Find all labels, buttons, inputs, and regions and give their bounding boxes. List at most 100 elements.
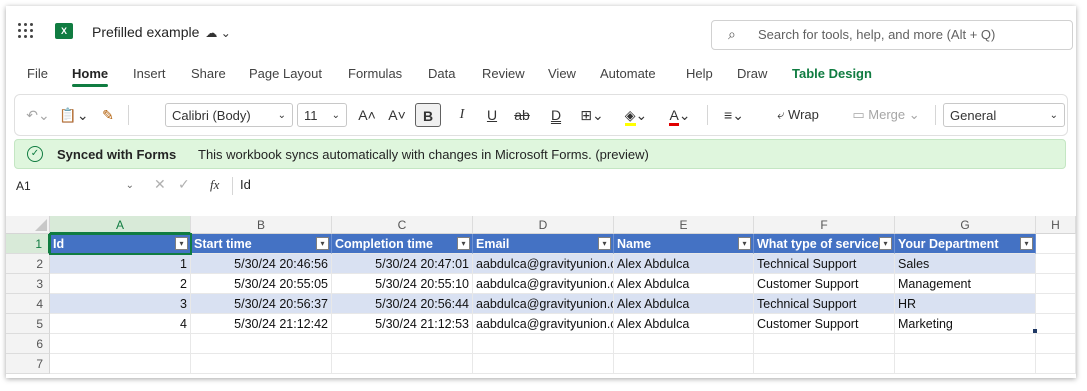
table-header-cell[interactable]: Email ▾	[473, 234, 614, 254]
paste-icon[interactable]: 📋⌄	[57, 103, 91, 127]
empty-cell[interactable]	[332, 334, 473, 354]
empty-cell[interactable]	[1036, 354, 1076, 374]
column-header[interactable]: G	[895, 216, 1036, 234]
table-header-cell[interactable]: Your Department ▾	[895, 234, 1036, 254]
strikethrough-button[interactable]: ab	[509, 103, 535, 127]
borders-icon[interactable]: ⊞⌄	[573, 103, 611, 127]
table-cell[interactable]: 1	[50, 254, 191, 274]
table-cell[interactable]: Marketing	[895, 314, 1036, 334]
table-cell[interactable]: 5/30/24 20:55:05	[191, 274, 332, 294]
tab-formulas[interactable]: Formulas	[348, 66, 402, 81]
column-header[interactable]: E	[614, 216, 754, 234]
filter-dropdown-icon[interactable]: ▾	[738, 237, 751, 250]
table-header-cell[interactable]: Id ▾	[50, 234, 191, 254]
tab-insert[interactable]: Insert	[133, 66, 166, 81]
table-cell[interactable]: Technical Support	[754, 294, 895, 314]
insert-function-icon[interactable]: fx	[210, 177, 219, 193]
tab-automate[interactable]: Automate	[600, 66, 656, 81]
underline-button[interactable]: U	[481, 103, 503, 127]
table-header-cell[interactable]: Completion time ▾	[332, 234, 473, 254]
column-header[interactable]: D	[473, 216, 614, 234]
table-cell[interactable]: Sales	[895, 254, 1036, 274]
table-cell[interactable]: aabdulca@gravityunion.com	[473, 314, 614, 334]
tab-view[interactable]: View	[548, 66, 576, 81]
row-header[interactable]: 3	[6, 274, 50, 294]
empty-cell[interactable]	[754, 334, 895, 354]
column-header[interactable]: F	[754, 216, 895, 234]
tab-home[interactable]: Home	[72, 66, 109, 87]
sync-status-icon[interactable]: ☁ ⌄	[205, 26, 230, 40]
table-cell[interactable]: 5/30/24 21:12:53	[332, 314, 473, 334]
empty-cell[interactable]	[50, 334, 191, 354]
empty-cell[interactable]	[1036, 254, 1076, 274]
table-cell[interactable]: Customer Support	[754, 274, 895, 294]
tab-table-design[interactable]: Table Design	[792, 66, 872, 81]
align-icon[interactable]: ≡⌄	[715, 103, 753, 127]
table-cell[interactable]: aabdulca@gravityunion.com	[473, 274, 614, 294]
column-header[interactable]: A	[50, 216, 191, 234]
table-cell[interactable]: HR	[895, 294, 1036, 314]
empty-cell[interactable]	[1036, 294, 1076, 314]
table-header-cell[interactable]: Start time ▾	[191, 234, 332, 254]
filter-dropdown-icon[interactable]: ▾	[316, 237, 329, 250]
table-resize-handle[interactable]	[1033, 329, 1037, 333]
increase-font-icon[interactable]: A˄	[355, 103, 379, 127]
empty-cell[interactable]	[895, 334, 1036, 354]
empty-cell[interactable]	[332, 354, 473, 374]
column-header[interactable]: H	[1036, 216, 1076, 234]
select-all-corner[interactable]	[6, 216, 50, 234]
merge-button[interactable]: ▭ Merge ⌄	[843, 103, 929, 127]
enter-check-icon[interactable]: ✓	[178, 176, 190, 193]
tab-draw[interactable]: Draw	[737, 66, 767, 81]
table-cell[interactable]: Technical Support	[754, 254, 895, 274]
table-cell[interactable]: 5/30/24 21:12:42	[191, 314, 332, 334]
font-name-select[interactable]: Calibri (Body) ⌄	[165, 103, 293, 127]
double-underline-button[interactable]: D	[545, 103, 567, 127]
empty-cell[interactable]	[754, 354, 895, 374]
table-cell[interactable]: Alex Abdulca	[614, 294, 754, 314]
table-cell[interactable]: Customer Support	[754, 314, 895, 334]
filter-dropdown-icon[interactable]: ▾	[175, 237, 188, 250]
filter-dropdown-icon[interactable]: ▾	[598, 237, 611, 250]
table-header-cell[interactable]: Name ▾	[614, 234, 754, 254]
search-box[interactable]: ⌕ Search for tools, help, and more (Alt …	[711, 20, 1073, 50]
table-cell[interactable]: 5/30/24 20:55:10	[332, 274, 473, 294]
empty-cell[interactable]	[473, 354, 614, 374]
column-header[interactable]: C	[332, 216, 473, 234]
table-cell[interactable]: aabdulca@gravityunion.com	[473, 294, 614, 314]
fill-color-icon[interactable]: ◈⌄	[617, 103, 655, 127]
tab-page-layout[interactable]: Page Layout	[249, 66, 322, 81]
table-cell[interactable]: aabdulca@gravityunion.com	[473, 254, 614, 274]
empty-cell[interactable]	[1036, 334, 1076, 354]
row-header[interactable]: 1	[6, 234, 50, 254]
empty-cell[interactable]	[1036, 274, 1076, 294]
filter-dropdown-icon[interactable]: ▾	[1020, 237, 1033, 250]
table-cell[interactable]: Alex Abdulca	[614, 274, 754, 294]
row-header[interactable]: 6	[6, 334, 50, 354]
filter-dropdown-icon[interactable]: ▾	[457, 237, 470, 250]
font-size-select[interactable]: 11 ⌄	[297, 103, 347, 127]
empty-cell[interactable]	[191, 354, 332, 374]
row-header[interactable]: 7	[6, 354, 50, 374]
tab-data[interactable]: Data	[428, 66, 455, 81]
table-cell[interactable]: 4	[50, 314, 191, 334]
bold-button[interactable]: B	[415, 103, 441, 127]
table-cell[interactable]: 3	[50, 294, 191, 314]
table-cell[interactable]: 5/30/24 20:56:44	[332, 294, 473, 314]
empty-cell[interactable]	[614, 354, 754, 374]
wrap-button[interactable]: ⤶ Wrap	[759, 103, 837, 127]
empty-cell[interactable]	[614, 334, 754, 354]
decrease-font-icon[interactable]: A˅	[385, 103, 409, 127]
table-cell[interactable]: 5/30/24 20:46:56	[191, 254, 332, 274]
row-header[interactable]: 4	[6, 294, 50, 314]
app-launcher-icon[interactable]	[18, 23, 34, 39]
table-cell[interactable]: Alex Abdulca	[614, 254, 754, 274]
table-cell[interactable]: 5/30/24 20:56:37	[191, 294, 332, 314]
tab-share[interactable]: Share	[191, 66, 226, 81]
format-painter-icon[interactable]: ✎	[95, 103, 121, 127]
table-header-cell[interactable]: What type of service ▾	[754, 234, 895, 254]
table-cell[interactable]: Management	[895, 274, 1036, 294]
empty-cell[interactable]	[50, 354, 191, 374]
italic-button[interactable]: I	[451, 103, 473, 127]
document-title[interactable]: Prefilled example ☁ ⌄	[92, 24, 231, 40]
